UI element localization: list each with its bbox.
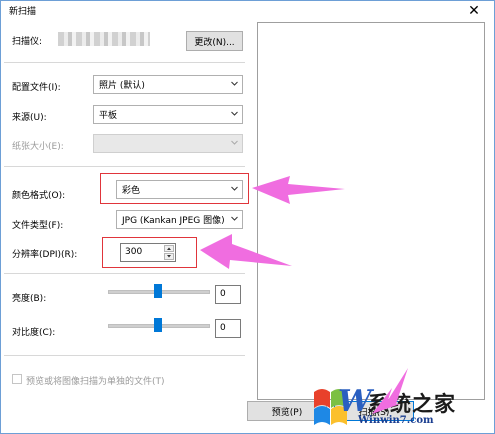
divider [4,166,245,167]
chevron-up-icon [167,247,171,250]
scanner-name-blurred [58,32,150,46]
brightness-label: 亮度(B): [12,294,47,304]
source-value: 平板 [99,111,118,121]
paper-size-label: 纸张大小(E): [12,142,64,152]
brightness-slider-thumb[interactable] [154,284,162,298]
chevron-down-icon [167,255,171,258]
chevron-down-icon [231,81,238,86]
watermark-url: Winwin7.com [358,415,434,426]
change-scanner-button[interactable]: 更改(N)... [186,31,243,51]
chevron-down-icon [231,140,238,145]
file-type-dropdown[interactable]: JPG (Kankan JPEG 图像) [116,210,243,229]
resolution-value: 300 [125,247,143,257]
separate-files-checkbox[interactable] [12,374,22,384]
chevron-down-icon [231,186,238,191]
source-dropdown[interactable]: 平板 [93,105,243,124]
resolution-label: 分辨率(DPI)(R): [12,250,78,260]
divider [4,62,245,63]
file-type-label: 文件类型(F): [12,221,64,231]
profile-label: 配置文件(I): [12,83,61,93]
stepper-down-button[interactable] [164,253,174,260]
color-format-value: 彩色 [122,186,141,196]
window-title: 新扫描 [9,7,37,17]
color-format-dropdown[interactable]: 彩色 [116,180,243,199]
separate-files-label: 预览或将图像扫描为单独的文件(T) [26,377,165,387]
contrast-value-input[interactable]: 0 [215,319,241,338]
brightness-value-input[interactable]: 0 [215,285,241,304]
preview-area [257,22,485,400]
contrast-label: 对比度(C): [12,328,56,338]
source-label: 来源(U): [12,113,47,123]
divider [4,273,245,274]
stepper-up-button[interactable] [164,245,174,252]
file-type-value: JPG (Kankan JPEG 图像) [122,216,225,226]
profile-dropdown[interactable]: 照片 (默认) [93,75,243,94]
watermark-letter: W [338,384,372,419]
paper-size-dropdown [93,134,243,153]
profile-value: 照片 (默认) [99,81,145,91]
color-format-label: 颜色格式(O): [12,191,66,201]
chevron-down-icon [231,216,238,221]
divider [4,355,245,356]
close-icon[interactable]: ✕ [455,0,493,22]
chevron-down-icon [231,111,238,116]
contrast-slider-thumb[interactable] [154,318,162,332]
scanner-label: 扫描仪: [12,37,43,47]
resolution-stepper[interactable]: 300 [120,243,176,262]
watermark-text: 系统之家 [368,391,456,416]
